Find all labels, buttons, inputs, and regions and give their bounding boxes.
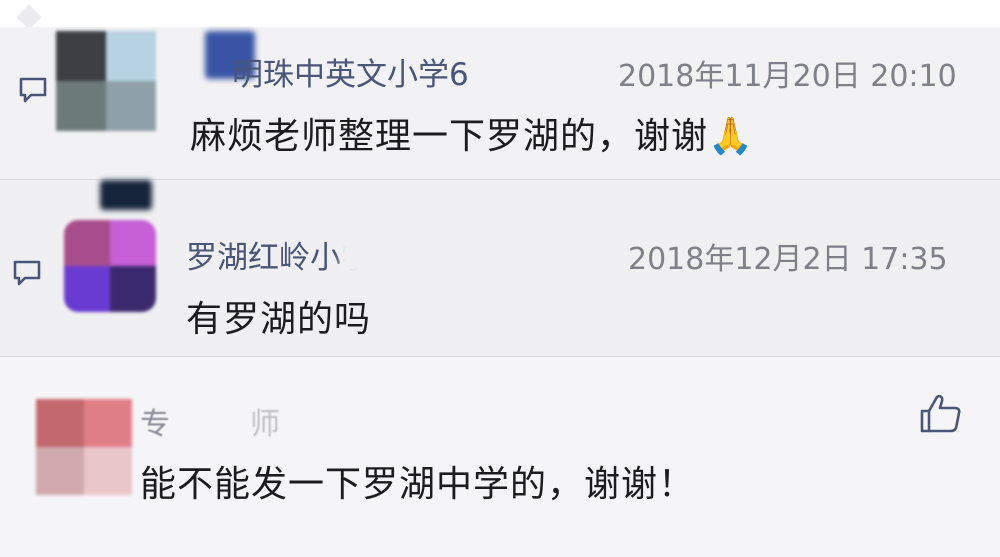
comment-text: 有罗湖的吗: [186, 299, 372, 340]
comment-timestamp: 2018年11月20日 20:10: [618, 59, 957, 94]
image-fragment: [100, 180, 152, 210]
top-strip: [0, 0, 1000, 30]
thumbs-up-icon[interactable]: [918, 391, 964, 437]
comment-icon[interactable]: [18, 75, 48, 105]
avatar[interactable]: [56, 31, 156, 131]
comment-icon[interactable]: [12, 258, 42, 288]
comment-text: 能不能发一下罗湖中学的，谢谢！: [140, 464, 696, 505]
comment-item-1: 明珠中英文小学6 2018年11月20日 20:10 麻烦老师整理一下罗湖的，谢…: [0, 27, 1000, 180]
pointer-notch: [16, 4, 42, 30]
comment-item-2: 罗湖红岭小学 2018年12月2日 17:35 有罗湖的吗: [0, 180, 1000, 357]
comment-text: 麻烦老师整理一下罗湖的，谢谢🙏: [190, 116, 754, 157]
avatar[interactable]: [64, 220, 156, 312]
comment-timestamp: 2018年12月2日 17:35: [628, 242, 948, 277]
comment-item-3: 专师 能不能发一下罗湖中学的，谢谢！: [0, 357, 1000, 557]
name-redaction: [340, 230, 470, 274]
comment-author-name[interactable]: 专师: [140, 399, 280, 443]
comment-author-name[interactable]: 明珠中英文小学6: [232, 49, 469, 94]
avatar[interactable]: [36, 399, 132, 495]
praying-hands-icon: 🙏: [708, 116, 754, 157]
